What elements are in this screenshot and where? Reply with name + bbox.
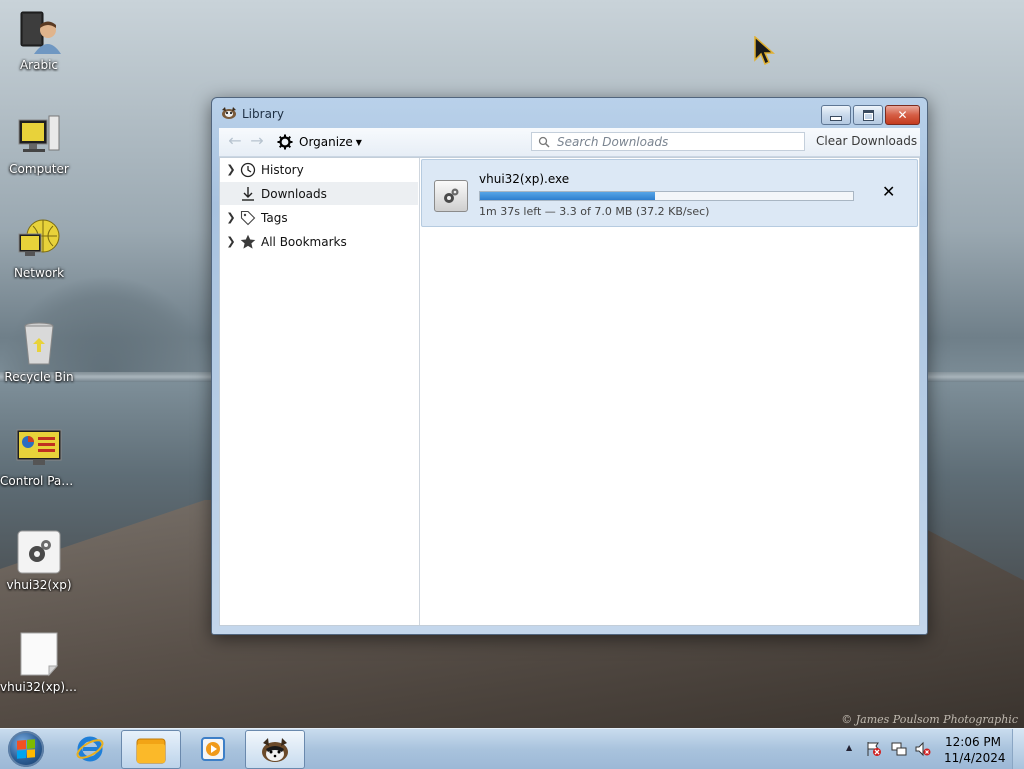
desktop-icon-label: Computer: [9, 162, 69, 176]
window-title: Library: [242, 107, 284, 121]
download-filename: vhui32(xp).exe: [479, 172, 570, 186]
system-clock[interactable]: 12:06 PM 11/4/2024: [944, 734, 1006, 766]
windows-explorer-icon: [136, 738, 166, 763]
media-player-icon: [201, 736, 225, 761]
volume-muted-icon[interactable]: [915, 741, 931, 757]
sidebar-item-all-bookmarks[interactable]: ❯ All Bookmarks: [220, 230, 418, 253]
clock-icon: [239, 161, 257, 179]
gear-file-icon: [15, 528, 63, 576]
desktop-icon-label: vhui32(xp): [6, 578, 72, 592]
window-titlebar[interactable]: Library ✕: [212, 98, 927, 126]
taskbar-windows-explorer[interactable]: [121, 730, 181, 769]
gear-icon: [277, 134, 293, 150]
search-icon: [538, 136, 550, 148]
download-item[interactable]: vhui32(xp).exe 1m 37s left — 3.3 of 7.0 …: [421, 159, 918, 227]
sidebar-item-label: Downloads: [261, 186, 327, 201]
expand-arrow-icon[interactable]: ❯: [223, 211, 239, 224]
library-toolbar: ← → Organize ▼ Clear Downloads: [219, 128, 920, 157]
library-app-icon: [221, 106, 237, 120]
organize-label: Organize: [299, 135, 353, 149]
dropdown-caret-icon: ▼: [355, 137, 362, 147]
back-arrow-icon[interactable]: ←: [226, 133, 244, 149]
maximize-icon: [862, 109, 874, 121]
control-panel-icon: [15, 424, 63, 472]
maximize-button[interactable]: [853, 105, 883, 125]
desktop-icon-label: Network: [13, 266, 65, 280]
search-box[interactable]: [531, 132, 805, 151]
desktop-icon-arabic[interactable]: Arabic: [0, 8, 78, 72]
network-icon: [15, 216, 63, 264]
library-sidebar: ❯ History Downloads ❯ Tags ❯ All Bookmar…: [220, 158, 420, 625]
sidebar-item-label: Tags: [261, 210, 288, 225]
clear-downloads-button[interactable]: Clear Downloads: [816, 134, 917, 148]
taskbar: ▲ 12:06 PM 11/4/2024: [0, 728, 1024, 769]
show-hidden-icons-icon[interactable]: ▲: [846, 743, 852, 752]
desktop-icon-computer[interactable]: Computer: [0, 112, 78, 176]
action-center-icon[interactable]: [866, 741, 882, 757]
expand-arrow-icon[interactable]: ❯: [223, 235, 239, 248]
organize-button[interactable]: Organize ▼: [277, 133, 362, 151]
expand-arrow-icon[interactable]: ❯: [223, 163, 239, 176]
minimize-icon: [830, 115, 842, 121]
forward-arrow-icon[interactable]: →: [248, 133, 266, 149]
clock-time: 12:06 PM: [945, 735, 1001, 749]
taskbar-internet-explorer[interactable]: [64, 730, 116, 767]
desktop-icon-label: Recycle Bin: [4, 370, 74, 384]
desktop-icon-recycle-bin[interactable]: Recycle Bin: [0, 320, 78, 384]
desktop-icon-label: Control Panel: [0, 474, 78, 488]
desktop-icon-vhui32-file[interactable]: vhui32(xp)....: [0, 630, 78, 694]
search-input[interactable]: [555, 133, 799, 150]
download-icon: [239, 185, 257, 203]
close-icon: ✕: [897, 108, 908, 122]
download-status: 1m 37s left — 3.3 of 7.0 MB (37.2 KB/sec…: [479, 205, 710, 218]
network-tray-icon[interactable]: [891, 741, 907, 757]
library-window[interactable]: Library ✕ ← → Organize ▼ Cle: [211, 97, 928, 635]
clock-date: 11/4/2024: [944, 751, 1006, 765]
taskbar-firefox[interactable]: [245, 730, 305, 769]
sidebar-item-label: History: [261, 162, 304, 177]
download-progress-fill: [480, 192, 656, 200]
library-content: ❯ History Downloads ❯ Tags ❯ All Bookmar…: [219, 157, 920, 626]
internet-explorer-icon: [76, 736, 104, 761]
desktop-icon-vhui32[interactable]: vhui32(xp): [0, 528, 78, 592]
firefox-icon: [262, 737, 288, 762]
wallpaper-watermark: © James Poulsom Photographic: [841, 713, 1018, 726]
blank-file-icon: [15, 630, 63, 678]
sidebar-item-tags[interactable]: ❯ Tags: [220, 206, 418, 229]
computer-icon: [15, 112, 63, 160]
cancel-download-icon[interactable]: ✕: [882, 182, 895, 201]
tag-icon: [239, 209, 257, 227]
desktop-icon-network[interactable]: Network: [0, 216, 78, 280]
recycle-bin-icon: [15, 320, 63, 368]
show-desktop-button[interactable]: [1012, 729, 1024, 769]
sidebar-item-downloads[interactable]: Downloads: [220, 182, 418, 205]
sidebar-item-label: All Bookmarks: [261, 234, 347, 249]
user-folder-icon: [15, 8, 63, 56]
download-progress-bar: [479, 191, 854, 201]
windows-logo-icon: [17, 739, 35, 759]
desktop-icon-label: vhui32(xp)....: [0, 680, 78, 694]
star-icon: [239, 233, 257, 251]
start-button[interactable]: [8, 731, 44, 767]
desktop-icon-control-panel[interactable]: Control Panel: [0, 424, 78, 488]
minimize-button[interactable]: [821, 105, 851, 125]
sidebar-item-history[interactable]: ❯ History: [220, 158, 418, 181]
taskbar-media-player[interactable]: [187, 730, 239, 767]
close-button[interactable]: ✕: [885, 105, 920, 125]
gear-file-icon: [434, 180, 468, 212]
desktop-icon-label: Arabic: [19, 58, 59, 72]
